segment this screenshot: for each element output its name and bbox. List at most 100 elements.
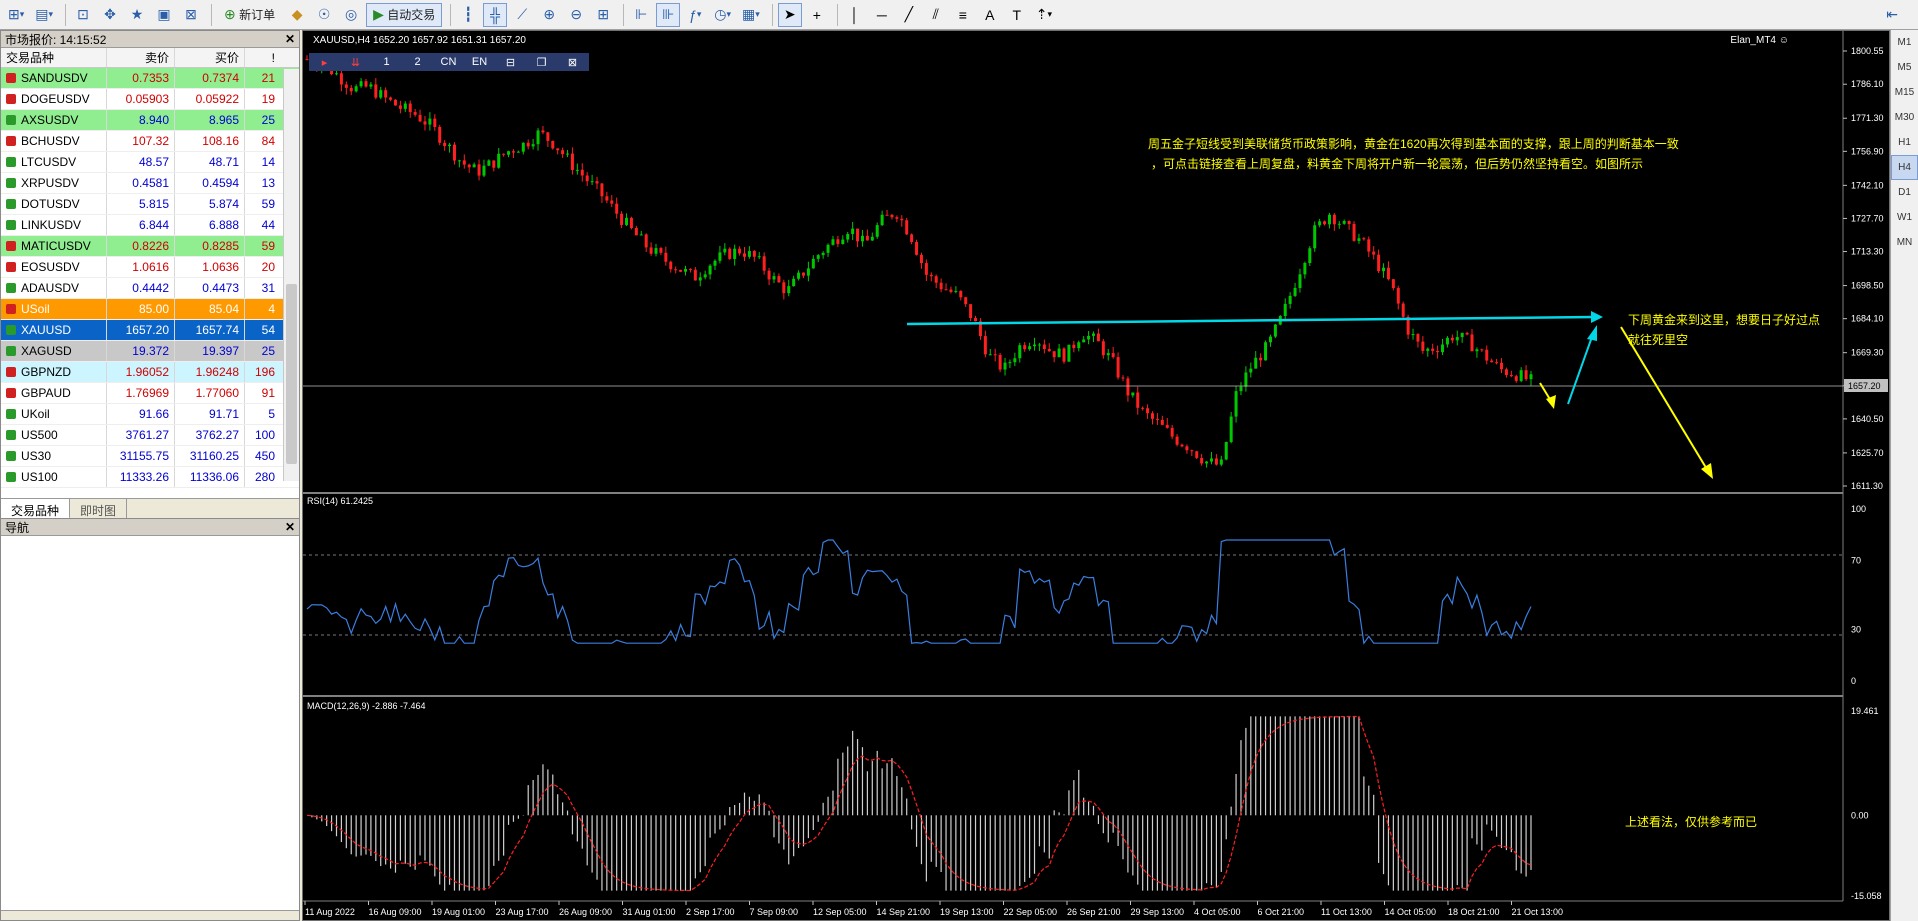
list-item[interactable]: MATICUSDV 0.8226 0.8285 59 — [1, 236, 299, 257]
terminal-button[interactable]: ▣ — [152, 3, 176, 27]
list-item[interactable]: EOSUSDV 1.0616 1.0636 20 — [1, 257, 299, 278]
zoom-in-button[interactable]: ⊕ — [537, 3, 561, 27]
new-chart-button[interactable]: ⊞ ▾ — [4, 3, 28, 27]
column-header-symbol[interactable]: 交易品种 — [1, 48, 107, 67]
market-watch-scrollbar[interactable] — [283, 69, 299, 481]
list-item[interactable]: XAGUSD 19.372 19.397 25 — [1, 341, 299, 362]
spread-cell: 31 — [261, 281, 275, 295]
scrollbar-thumb[interactable] — [286, 284, 297, 464]
chart-canvas[interactable]: 1800.55 1786.10 1771.30 1756.90 1742.10 1727.… — [303, 31, 1889, 920]
column-header-bid[interactable]: 卖价 — [107, 48, 175, 67]
annotation-text-4[interactable]: 就往死里空 — [1628, 331, 1688, 348]
tester-button[interactable]: ⊠ — [179, 3, 203, 27]
timeframe-h1[interactable]: H1 — [1891, 130, 1918, 155]
periods-button[interactable]: ◷ ▾ — [710, 3, 735, 27]
timeframe-m15[interactable]: M15 — [1891, 80, 1918, 105]
restore-icon[interactable]: ❐ — [526, 56, 557, 69]
auto-trading-button[interactable]: ▶ 自动交易 — [366, 2, 443, 27]
timeframe-d1[interactable]: D1 — [1891, 180, 1918, 205]
tile-windows-button[interactable]: ⊞ — [591, 3, 615, 27]
double-down-icon[interactable]: ⇊ — [340, 56, 371, 69]
chart-window[interactable]: 1800.55 1786.10 1771.30 1756.90 1742.10 1727.… — [302, 30, 1890, 921]
candlestick-button[interactable]: ╬ — [483, 2, 508, 27]
candle-body — [1421, 341, 1425, 351]
text-label-icon[interactable]: T — [1005, 3, 1029, 27]
time-tick-label: 22 Sep 05:00 — [1004, 907, 1058, 917]
list-item[interactable]: ADAUSDV 0.4442 0.4473 31 — [1, 278, 299, 299]
trend-line-icon[interactable]: ╱ — [897, 3, 921, 27]
new-order-button[interactable]: ⊕ 新订单 — [217, 3, 282, 27]
list-item[interactable]: GBPAUD 1.76969 1.77060 91 — [1, 383, 299, 404]
vertical-line-icon[interactable]: │ — [843, 3, 867, 27]
cursor-tool-icon[interactable]: ➤ — [777, 2, 802, 27]
list-item[interactable]: XAUUSD 1657.20 1657.74 54 — [1, 320, 299, 341]
tab-symbols[interactable]: 交易品种 — [1, 499, 71, 519]
toolbar-customize-icon[interactable]: ⇤ — [1886, 6, 1898, 23]
close-icon[interactable]: ✕ — [285, 32, 295, 46]
annotation-text-5[interactable]: 上述看法，仅供参考而已 — [1625, 813, 1757, 830]
text-tool-icon[interactable]: A — [978, 3, 1002, 27]
list-item[interactable]: GBPNZD 1.96052 1.96248 196 — [1, 362, 299, 383]
mini-button-cn[interactable]: CN — [433, 56, 464, 68]
list-item[interactable]: XRPUSDV 0.4581 0.4594 13 — [1, 173, 299, 194]
list-item[interactable]: UKoil 91.66 91.71 5 — [1, 404, 299, 425]
timeframe-m5[interactable]: M5 — [1891, 55, 1918, 80]
list-item[interactable]: BCHUSDV 107.32 108.16 84 — [1, 131, 299, 152]
timeframe-h4[interactable]: H4 — [1891, 155, 1918, 180]
tab-tick-chart[interactable]: 即时图 — [70, 499, 128, 519]
horizontal-line-icon[interactable]: ─ — [870, 3, 894, 27]
zoom-out-button[interactable]: ⊖ — [564, 3, 588, 27]
annotation-text-3[interactable]: 下周黄金来到这里，想要日子好过点 — [1628, 311, 1820, 328]
market-button[interactable]: ◎ — [339, 3, 363, 27]
time-tick-label: 6 Oct 21:00 — [1258, 907, 1305, 917]
list-item[interactable]: SANDUSDV 0.7353 0.7374 21 — [1, 68, 299, 89]
candle-body — [767, 270, 771, 280]
line-chart-button[interactable]: ⟋ — [510, 3, 534, 27]
market-watch-panel: 市场报价: 14:15:52 ✕ 交易品种 卖价 买价 ! SANDUSDV 0.… — [0, 30, 300, 520]
time-tick-label: 26 Sep 21:00 — [1067, 907, 1121, 917]
fibonacci-icon[interactable]: ≡ — [951, 3, 975, 27]
list-item[interactable]: US30 31155.75 31160.25 450 — [1, 446, 299, 467]
navigator-button[interactable]: ★ — [125, 3, 149, 27]
signals-button[interactable]: ☉ — [312, 3, 336, 27]
close-icon[interactable]: ✕ — [285, 520, 295, 534]
equidistant-channel-icon[interactable]: ⫽ — [924, 3, 948, 27]
list-item[interactable]: LTCUSDV 48.57 48.71 14 — [1, 152, 299, 173]
symbol-name: USoil — [21, 302, 50, 316]
symbol-cell: LINKUSDV — [1, 215, 107, 235]
mini-button-en[interactable]: EN — [464, 56, 495, 68]
timeframe-m1[interactable]: M1 — [1891, 30, 1918, 55]
timeframe-w1[interactable]: W1 — [1891, 205, 1918, 230]
list-item[interactable]: DOTUSDV 5.815 5.874 59 — [1, 194, 299, 215]
templates-button[interactable]: ▦ ▾ — [738, 3, 764, 27]
mini-button-2[interactable]: 2 — [402, 56, 433, 68]
minimize-icon[interactable]: ⊟ — [495, 56, 526, 69]
rsi-tick-label: 30 — [1851, 624, 1861, 634]
timeframe-m30[interactable]: M30 — [1891, 105, 1918, 130]
list-item[interactable]: LINKUSDV 6.844 6.888 44 — [1, 215, 299, 236]
arrows-icon[interactable]: ⇡ ▾ — [1032, 3, 1056, 27]
profiles-button[interactable]: ▤ ▾ — [31, 3, 57, 27]
chart-shift-button[interactable]: ⊪ — [656, 2, 681, 27]
list-item[interactable]: DOGEUSDV 0.05903 0.05922 19 — [1, 89, 299, 110]
close-icon[interactable]: ⊠ — [557, 56, 588, 69]
play-icon[interactable]: ▸ — [309, 56, 340, 69]
metaeditor-button[interactable]: ◆ — [285, 3, 309, 27]
mini-button-1[interactable]: 1 — [371, 56, 402, 68]
list-item[interactable]: US500 3761.27 3762.27 100 — [1, 425, 299, 446]
indicators-button[interactable]: ƒ ▾ — [683, 3, 707, 27]
annotation-text-2[interactable]: ，可点击链接查看上周复盘，料黄金下周将开户新一轮震荡，但后势仍然坚持看空。如图所… — [1151, 155, 1643, 172]
column-header-ask[interactable]: 买价 — [175, 48, 245, 67]
list-item[interactable]: US100 11333.26 11336.06 280 — [1, 467, 299, 488]
spread-cell: 13 — [261, 176, 275, 190]
list-item[interactable]: USoil 85.00 85.04 4 — [1, 299, 299, 320]
annotation-text-1[interactable]: 周五金子短线受到美联储货币政策影响，黄金在1620再次得到基本面的支撑，跟上周的… — [1148, 135, 1679, 152]
bar-chart-button[interactable]: ┇ — [456, 3, 480, 27]
column-header-spread[interactable]: ! — [245, 48, 279, 67]
market-watch-button[interactable]: ⊡ — [71, 3, 95, 27]
timeframe-mn[interactable]: MN — [1891, 230, 1918, 255]
data-window-button[interactable]: ✥ — [98, 3, 122, 27]
crosshair-tool-icon[interactable]: + — [805, 3, 829, 27]
list-item[interactable]: AXSUSDV 8.940 8.965 25 — [1, 110, 299, 131]
auto-scroll-button[interactable]: ⊩ — [629, 3, 653, 27]
